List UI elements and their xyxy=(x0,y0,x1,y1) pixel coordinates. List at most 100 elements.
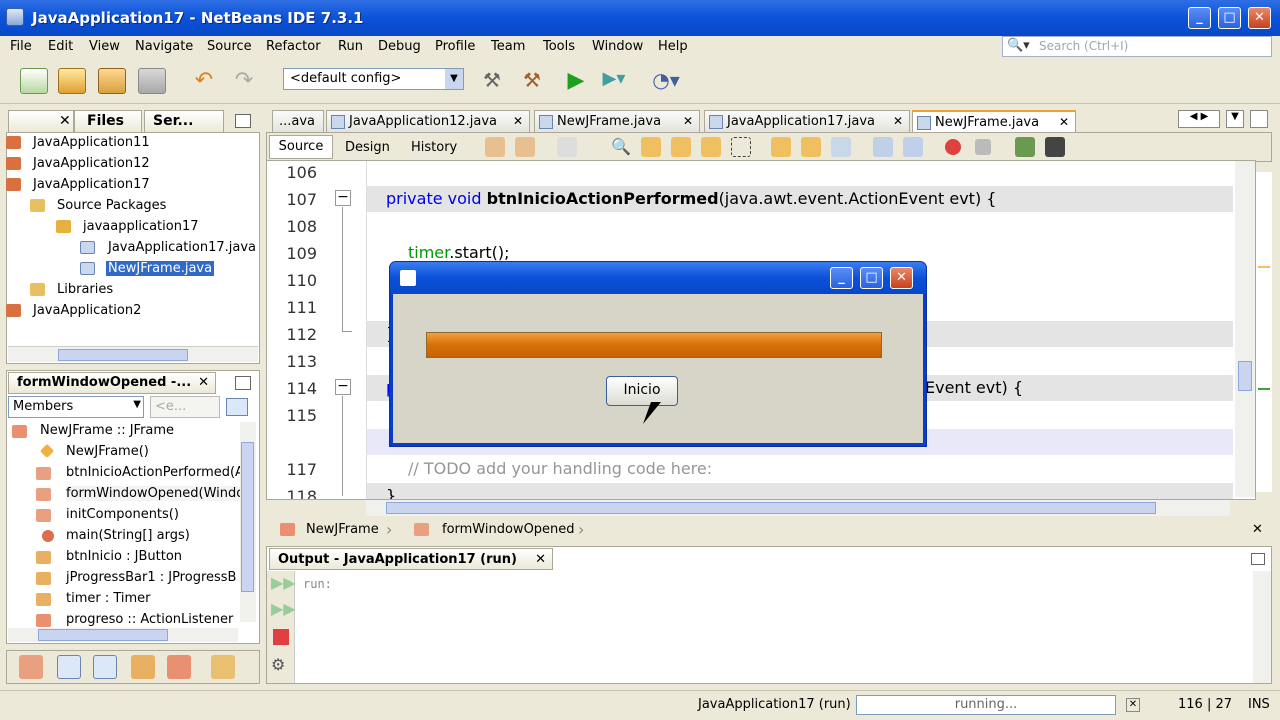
clean-build-icon[interactable]: ⚒ xyxy=(518,68,546,94)
members-select[interactable]: Members ▼ xyxy=(8,396,144,418)
debug-icon[interactable]: ▶▾ xyxy=(600,68,628,94)
comment-icon[interactable] xyxy=(1015,137,1035,157)
close-icon[interactable]: ✕ xyxy=(1252,522,1263,537)
fold-icon[interactable]: − xyxy=(335,379,351,395)
menu-tools[interactable]: Tools xyxy=(543,39,575,54)
close-button[interactable]: ✕ xyxy=(1248,7,1271,29)
tree-item[interactable]: JavaApplication17 xyxy=(33,177,150,192)
close-button[interactable]: ✕ xyxy=(890,267,913,289)
list-item[interactable]: btnInicio : JButton xyxy=(66,549,182,564)
filter-icon[interactable] xyxy=(93,655,117,679)
prev-bookmark-icon[interactable] xyxy=(771,137,791,157)
tree-item[interactable]: JavaApplication11 xyxy=(33,135,150,150)
tab-editor[interactable]: JavaApplication12.java ✕ xyxy=(326,110,530,132)
tab-output[interactable]: Output - JavaApplication17 (run) ✕ xyxy=(269,548,553,570)
filter-select[interactable]: <e... xyxy=(150,396,220,418)
menu-team[interactable]: Team xyxy=(491,39,525,54)
tree-item[interactable]: JavaApplication12 xyxy=(33,156,150,171)
vertical-scrollbar[interactable] xyxy=(1235,161,1255,497)
scrollbar-thumb[interactable] xyxy=(386,502,1156,514)
cancel-icon[interactable]: ✕ xyxy=(1126,698,1140,712)
maximize-button[interactable]: □ xyxy=(860,267,883,289)
horizontal-scrollbar[interactable] xyxy=(8,628,238,642)
record-macro-icon[interactable] xyxy=(945,139,961,155)
scrollbar-thumb[interactable] xyxy=(58,349,188,361)
menu-view[interactable]: View xyxy=(89,39,120,54)
back-icon[interactable] xyxy=(515,137,535,157)
run-icon[interactable]: ▶ xyxy=(562,68,590,94)
tree-item[interactable]: JavaApplication17.java xyxy=(108,240,256,255)
sort-icon[interactable] xyxy=(211,655,235,679)
tab-navigator[interactable]: formWindowOpened -... ✕ xyxy=(8,372,216,394)
close-icon[interactable]: ✕ xyxy=(513,114,523,128)
list-item-current[interactable]: formWindowOpened(Windo xyxy=(66,486,245,501)
tab-editor-active[interactable]: NewJFrame.java ✕ xyxy=(912,110,1076,132)
new-file-icon[interactable] xyxy=(20,68,48,94)
config-select[interactable]: <default config> ▼ xyxy=(283,68,464,90)
scroll-tabs-icon[interactable]: ◀ ▶ xyxy=(1178,110,1220,128)
vertical-scrollbar[interactable] xyxy=(1253,571,1271,683)
uncomment-icon[interactable] xyxy=(1045,137,1065,157)
new-project-icon[interactable] xyxy=(58,68,86,94)
find-next-icon[interactable] xyxy=(671,137,691,157)
profile-icon[interactable]: ◔▾ xyxy=(652,68,680,94)
settings-icon[interactable]: ⚙ xyxy=(271,655,285,674)
tree-item[interactable]: Libraries xyxy=(57,282,113,297)
tab-history[interactable]: History xyxy=(411,140,457,155)
filter-icon[interactable] xyxy=(19,655,43,679)
horizontal-scrollbar[interactable] xyxy=(366,500,1230,516)
scrollbar-thumb[interactable] xyxy=(241,442,254,592)
menu-edit[interactable]: Edit xyxy=(48,39,73,54)
tree-item[interactable]: javaapplication17 xyxy=(83,219,199,234)
scrollbar-thumb[interactable] xyxy=(38,629,168,641)
tab-list-icon[interactable]: ▼ xyxy=(1226,110,1244,128)
select-rect-icon[interactable] xyxy=(731,137,751,157)
tab-files[interactable]: Files xyxy=(74,110,142,132)
rerun-icon[interactable]: ▶▶ xyxy=(271,573,296,592)
find-icon[interactable]: 🔍 xyxy=(611,137,631,157)
next-bookmark-icon[interactable] xyxy=(801,137,821,157)
tab-projects[interactable]: ✕ xyxy=(8,110,74,132)
stripe-mark[interactable] xyxy=(1258,266,1270,268)
tree-item[interactable]: Source Packages xyxy=(57,198,166,213)
close-icon[interactable]: ✕ xyxy=(1059,115,1069,129)
maximize-editor-icon[interactable] xyxy=(1250,110,1268,128)
stop-icon[interactable] xyxy=(273,629,289,645)
build-icon[interactable]: ⚒ xyxy=(478,68,506,94)
filter-icon[interactable] xyxy=(57,655,81,679)
list-item[interactable]: jProgressBar1 : JProgressB xyxy=(66,570,236,585)
close-icon[interactable]: ✕ xyxy=(59,113,71,129)
minimize-button[interactable]: _ xyxy=(1188,7,1211,29)
redo-icon[interactable]: ↷ xyxy=(230,68,258,94)
minimize-panel-icon[interactable] xyxy=(235,114,251,128)
tab-design[interactable]: Design xyxy=(345,140,390,155)
minimize-panel-icon[interactable] xyxy=(1251,553,1265,565)
close-icon[interactable]: ✕ xyxy=(893,114,903,128)
tab-source[interactable]: Source xyxy=(269,135,333,159)
menu-run[interactable]: Run xyxy=(338,39,363,54)
list-item[interactable]: main(String[] args) xyxy=(66,528,190,543)
vertical-scrollbar[interactable] xyxy=(240,422,256,622)
shift-left-icon[interactable] xyxy=(873,137,893,157)
search-input[interactable]: 🔍▾ Search (Ctrl+I) xyxy=(1002,36,1272,57)
menu-navigate[interactable]: Navigate xyxy=(135,39,193,54)
tree-item-selected[interactable]: NewJFrame.java xyxy=(106,261,215,276)
tab-editor[interactable]: JavaApplication17.java ✕ xyxy=(704,110,910,132)
menu-debug[interactable]: Debug xyxy=(378,39,421,54)
shift-right-icon[interactable] xyxy=(903,137,923,157)
open-project-icon[interactable] xyxy=(98,68,126,94)
menu-help[interactable]: Help xyxy=(658,39,688,54)
list-item[interactable]: NewJFrame :: JFrame xyxy=(40,423,174,438)
breadcrumb-class[interactable]: NewJFrame xyxy=(306,522,379,537)
list-item[interactable]: timer : Timer xyxy=(66,591,151,606)
list-item[interactable]: initComponents() xyxy=(66,507,179,522)
undo-icon[interactable]: ↶ xyxy=(190,68,218,94)
menu-profile[interactable]: Profile xyxy=(435,39,475,54)
fold-icon[interactable]: − xyxy=(335,190,351,206)
tab-services[interactable]: Ser... xyxy=(144,110,224,132)
list-item[interactable]: NewJFrame() xyxy=(66,444,149,459)
stop-macro-icon[interactable] xyxy=(975,139,991,155)
minimize-panel-icon[interactable] xyxy=(235,376,251,390)
last-edit-icon[interactable] xyxy=(485,137,505,157)
maximize-button[interactable]: □ xyxy=(1218,7,1241,29)
